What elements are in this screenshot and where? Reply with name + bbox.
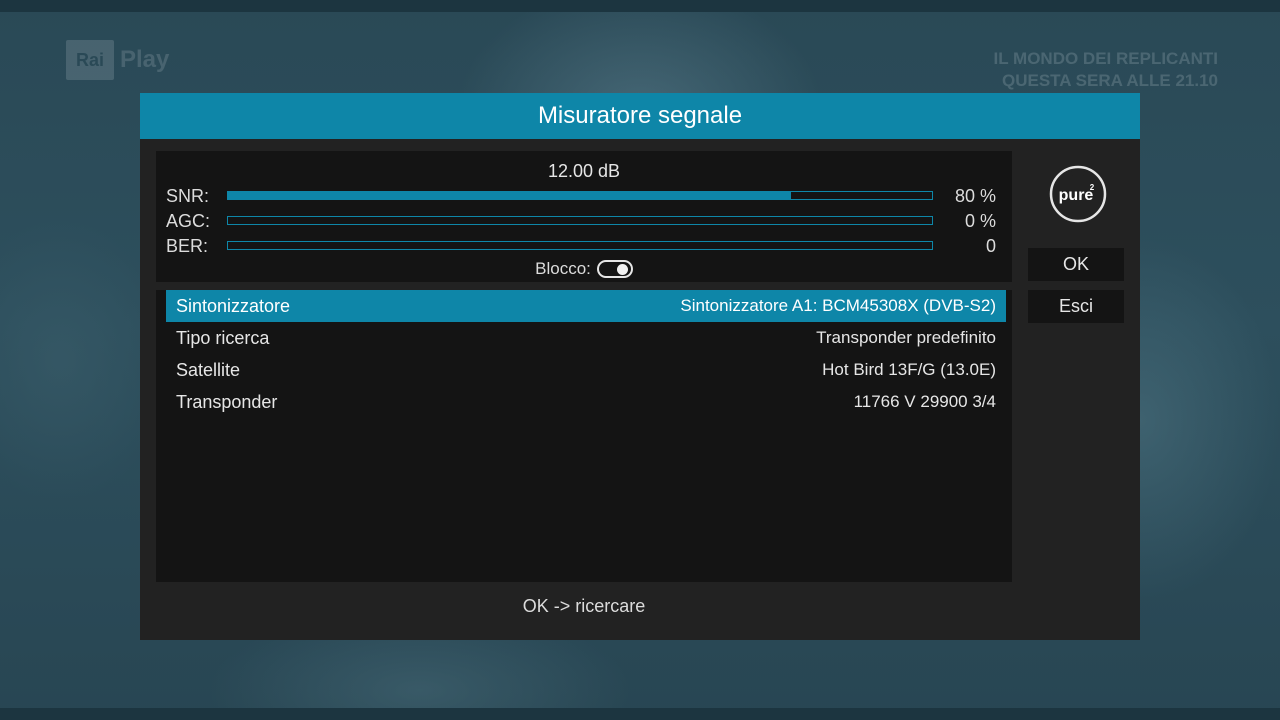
setting-key: Satellite xyxy=(176,360,241,380)
setting-row-transponder[interactable]: Transponder 11766 V 29900 3/4 xyxy=(166,386,1006,418)
promo-line-1: IL MONDO DEI REPLICANTI xyxy=(993,49,1218,68)
dialog-title: Misuratore segnale xyxy=(140,93,1140,139)
setting-row-satellite[interactable]: Satellite Hot Bird 13F/G (13.0E) xyxy=(166,354,1006,386)
signal-meter-dialog: Misuratore segnale 12.00 dB SNR: 80 % AG… xyxy=(140,93,1140,640)
snr-meter: SNR: 80 % xyxy=(156,185,1012,207)
snr-bar-fill xyxy=(228,192,792,199)
pure2-logo-icon: pure 2 xyxy=(1049,165,1107,223)
snr-label: SNR: xyxy=(166,186,210,206)
screen-top-edge xyxy=(0,0,1280,12)
agc-bar xyxy=(227,216,933,225)
setting-key: Transponder xyxy=(176,392,278,412)
signal-panel: 12.00 dB SNR: 80 % AGC: 0 % BER: 0 Blocc… xyxy=(156,151,1012,282)
setting-key: Tipo ricerca xyxy=(176,328,270,348)
agc-value: 0 % xyxy=(964,211,996,231)
footer-hint: OK -> ricercare xyxy=(522,596,646,616)
lock-status: Blocco: xyxy=(156,257,1012,281)
setting-value: Transponder predefinito xyxy=(816,328,996,347)
setting-value: Sintonizzatore A1: BCM45308X (DVB-S2) xyxy=(680,296,996,315)
settings-list: Sintonizzatore Sintonizzatore A1: BCM453… xyxy=(156,290,1012,582)
channel-logo-mark: Rai xyxy=(66,40,114,80)
lock-toggle-icon xyxy=(596,260,633,278)
ber-meter: BER: 0 xyxy=(156,235,1012,257)
channel-logo: Rai Play xyxy=(66,40,169,80)
setting-value: Hot Bird 13F/G (13.0E) xyxy=(822,360,996,379)
signal-db-value: 12.00 dB xyxy=(547,161,621,181)
ber-value: 0 xyxy=(985,236,996,256)
setting-value: 11766 V 29900 3/4 xyxy=(853,392,996,411)
ber-bar xyxy=(227,241,933,250)
pure2-logo-text: pure xyxy=(1059,187,1094,204)
snr-bar xyxy=(227,191,933,200)
setting-key: Sintonizzatore xyxy=(176,296,291,316)
ok-button[interactable]: OK xyxy=(1028,248,1124,281)
screen-bottom-edge xyxy=(0,708,1280,720)
agc-label: AGC: xyxy=(166,211,211,231)
lock-toggle-knob xyxy=(616,264,628,275)
setting-row-search-type[interactable]: Tipo ricerca Transponder predefinito xyxy=(166,322,1006,354)
channel-promo-overlay: IL MONDO DEI REPLICANTI QUESTA SERA ALLE… xyxy=(994,48,1218,92)
channel-logo-text: Play xyxy=(120,46,170,73)
lock-label: Blocco: xyxy=(535,259,591,278)
agc-meter: AGC: 0 % xyxy=(156,210,1012,232)
pure2-logo-superscript: 2 xyxy=(1090,183,1095,192)
snr-value: 80 % xyxy=(954,186,996,206)
exit-button[interactable]: Esci xyxy=(1028,290,1124,323)
promo-line-2: QUESTA SERA ALLE 21.10 xyxy=(1001,71,1218,90)
ber-label: BER: xyxy=(166,236,209,256)
setting-row-tuner[interactable]: Sintonizzatore Sintonizzatore A1: BCM453… xyxy=(166,290,1006,322)
